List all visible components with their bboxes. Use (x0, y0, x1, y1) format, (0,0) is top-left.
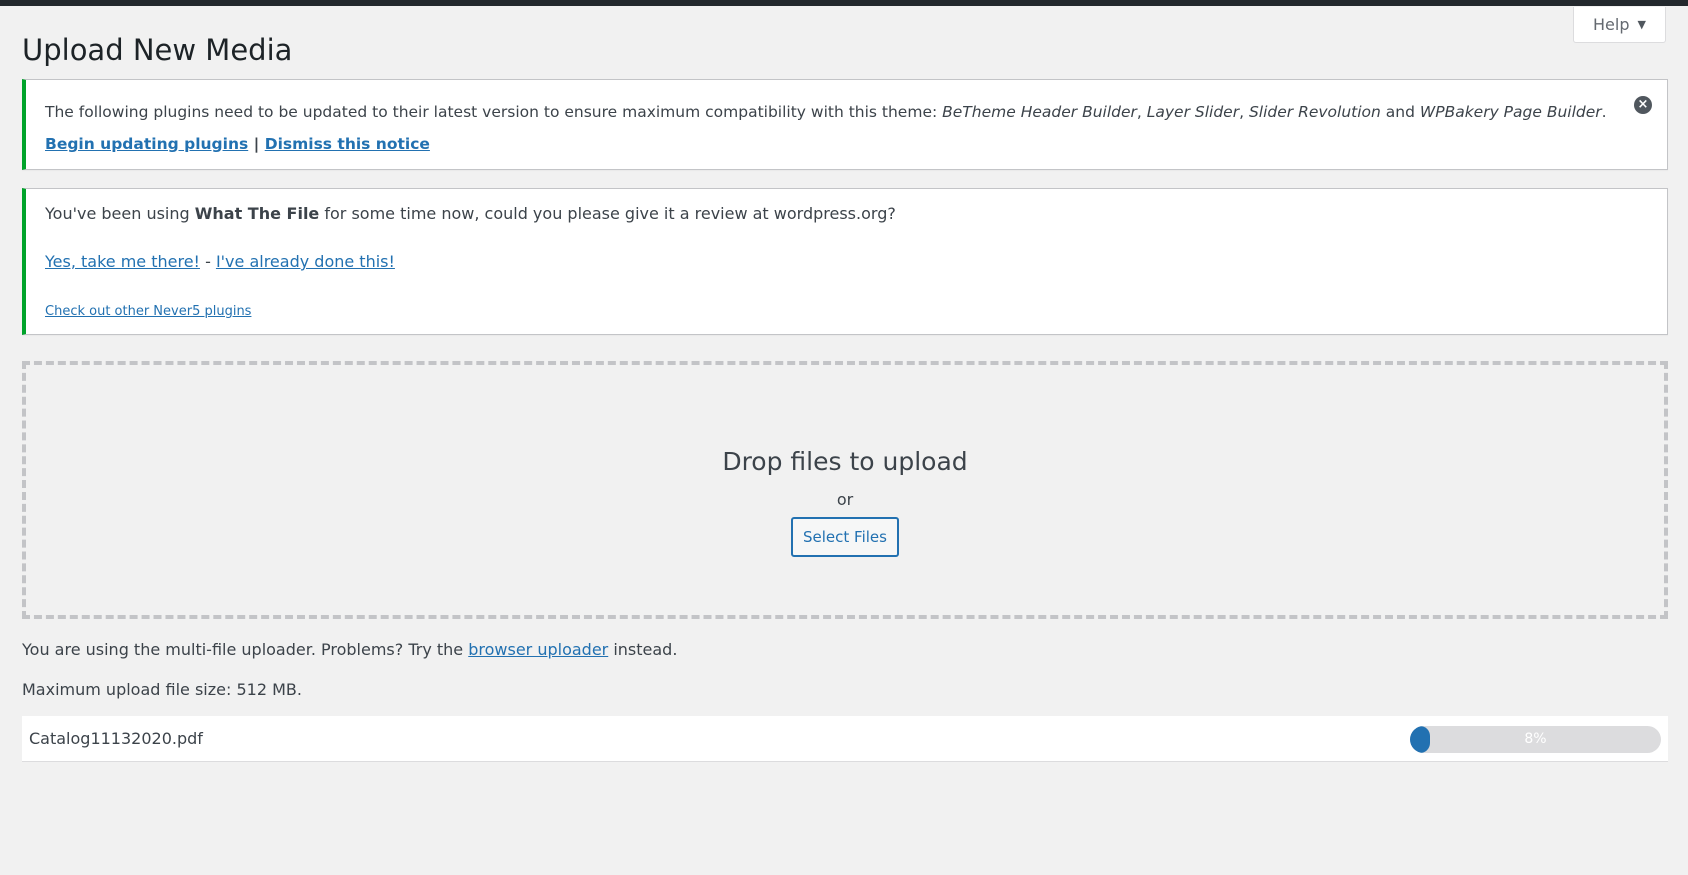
other-plugins-row: Check out other Never5 plugins (45, 301, 251, 323)
drop-zone[interactable]: Drop files to upload or Select Files (22, 361, 1668, 619)
review-text-after: for some time now, could you please give… (319, 204, 896, 223)
review-text-before: You've been using (45, 204, 195, 223)
plugin-update-actions: Begin updating plugins | Dismiss this no… (45, 133, 430, 155)
review-yes-link[interactable]: Yes, take me there! (45, 252, 200, 271)
help-tab-button[interactable]: Help ▼ (1573, 7, 1666, 43)
plugin-name-2: Slider Revolution (1248, 103, 1381, 121)
upload-file-item: Catalog11132020.pdf 8% (22, 716, 1668, 762)
admin-top-bar (0, 0, 1688, 6)
dash-separator: - (205, 252, 211, 271)
or-label: or (836, 490, 854, 509)
plugin-update-notice: The following plugins need to be updated… (22, 79, 1668, 170)
drop-files-title: Drop files to upload (722, 447, 968, 476)
close-icon[interactable]: × (1634, 96, 1652, 114)
file-name: Catalog11132020.pdf (29, 729, 203, 748)
comma: , (1136, 103, 1147, 121)
caret-down-icon: ▼ (1637, 18, 1646, 31)
review-request-notice: You've been using What The File for some… (22, 188, 1668, 335)
link-separator: | (253, 135, 260, 153)
progress-percent: 8% (1524, 731, 1547, 747)
review-message: You've been using What The File for some… (45, 203, 896, 225)
max-upload-size: Maximum upload file size: 512 MB. (22, 680, 302, 699)
and-word: and (1380, 103, 1420, 121)
help-tab-label: Help (1593, 15, 1630, 34)
review-done-link[interactable]: I've already done this! (216, 252, 395, 271)
uploader-info-before: You are using the multi-file uploader. P… (22, 640, 469, 659)
page-title: Upload New Media (22, 33, 293, 67)
review-actions: Yes, take me there! - I've already done … (45, 251, 395, 273)
dismiss-notice-link[interactable]: Dismiss this notice (265, 135, 430, 153)
plugin-name-1: Layer Slider (1146, 103, 1240, 121)
plugin-name-0: BeTheme Header Builder (942, 103, 1137, 121)
browser-uploader-link[interactable]: browser uploader (468, 640, 608, 659)
comma: , (1239, 103, 1249, 121)
upload-progress-bar: 8% (1410, 726, 1661, 753)
other-plugins-link[interactable]: Check out other Never5 plugins (45, 304, 251, 319)
plugin-update-prefix: The following plugins need to be updated… (45, 103, 943, 121)
uploader-info-after: instead. (608, 640, 678, 659)
uploader-info: You are using the multi-file uploader. P… (22, 640, 677, 659)
begin-updating-plugins-link[interactable]: Begin updating plugins (45, 135, 248, 153)
review-plugin-name: What The File (194, 204, 320, 223)
select-files-button[interactable]: Select Files (791, 517, 899, 557)
period: . (1601, 103, 1607, 121)
plugin-update-message: The following plugins need to be updated… (45, 101, 1607, 123)
plugin-name-3: WPBakery Page Builder (1419, 103, 1602, 121)
